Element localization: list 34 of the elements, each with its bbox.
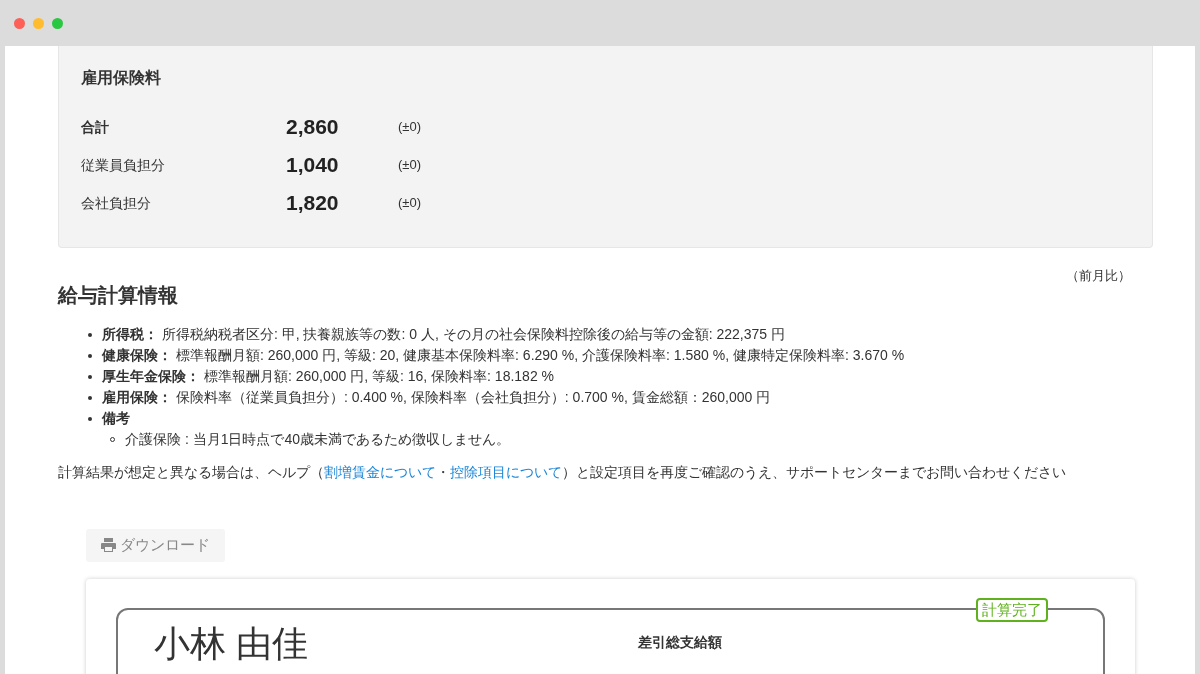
row-label: 合計 [81, 117, 110, 137]
close-icon[interactable] [14, 17, 25, 29]
net-pay-label: 差引総支給額 [638, 633, 722, 650]
list-text: 備考 [102, 408, 130, 428]
section-title: 給与計算情報 [58, 282, 179, 308]
difference: (±0) [398, 194, 422, 213]
comparison-note: （前月比） [1066, 267, 1131, 285]
bullet-icon [88, 353, 92, 358]
difference: (±0) [398, 118, 422, 137]
amount: 2,860 [286, 114, 340, 141]
minimize-icon[interactable] [33, 17, 44, 29]
bullet-icon [88, 416, 92, 421]
printer-icon [101, 538, 116, 552]
row-label: 会社負担分 [81, 193, 152, 213]
bullet-icon [88, 374, 92, 379]
difference: (±0) [398, 156, 422, 175]
help-text: 計算結果が想定と異なる場合は、ヘルプ（割増賃金について・控除項目について）と設定項目を再度ご確認のうえ、サポートセンターまでお問い合わせください [58, 462, 1067, 482]
list-text: 介護保険 : 当月1日時点で40歳未満であるため徴収しません。 [125, 429, 511, 449]
list-text: 所得税： 所得税納税者区分: 甲, 扶養親族等の数: 0 人, その月の社会保険料控除後の給与等の金額: 222,375 円 [102, 324, 785, 344]
amount: 1,040 [286, 152, 340, 179]
amount: 1,820 [286, 190, 340, 217]
bullet-icon [88, 395, 92, 400]
list-text: 健康保険： 標準報酬月額: 260,000 円, 等級: 20, 健康基本保険料率: 6.290 %, 介護保険料率: 1.580 %, 健康特定保険料率: 3.670 % [102, 345, 905, 365]
help-link[interactable]: 控除項目について [450, 463, 562, 480]
maximize-icon[interactable] [52, 17, 63, 29]
status-badge: 計算完了 [976, 597, 1048, 622]
list-text: 厚生年金保険： 標準報酬月額: 260,000 円, 等級: 16, 保険料率: 18.182 % [102, 366, 554, 386]
card-title: 雇用保険料 [81, 68, 162, 88]
bullet-icon [88, 332, 92, 337]
row-label: 従業員負担分 [81, 155, 166, 175]
help-link[interactable]: 割増賃金について [324, 463, 436, 480]
download-button[interactable]: ダウンロード [86, 528, 225, 562]
employee-name: 小林 由佳 [154, 622, 308, 664]
list-text: 雇用保険： 保険料率（従業員負担分）: 0.400 %, 保険料率（会社負担分）: 0.700 %, 賃金総額：260,000 円 [102, 387, 771, 407]
